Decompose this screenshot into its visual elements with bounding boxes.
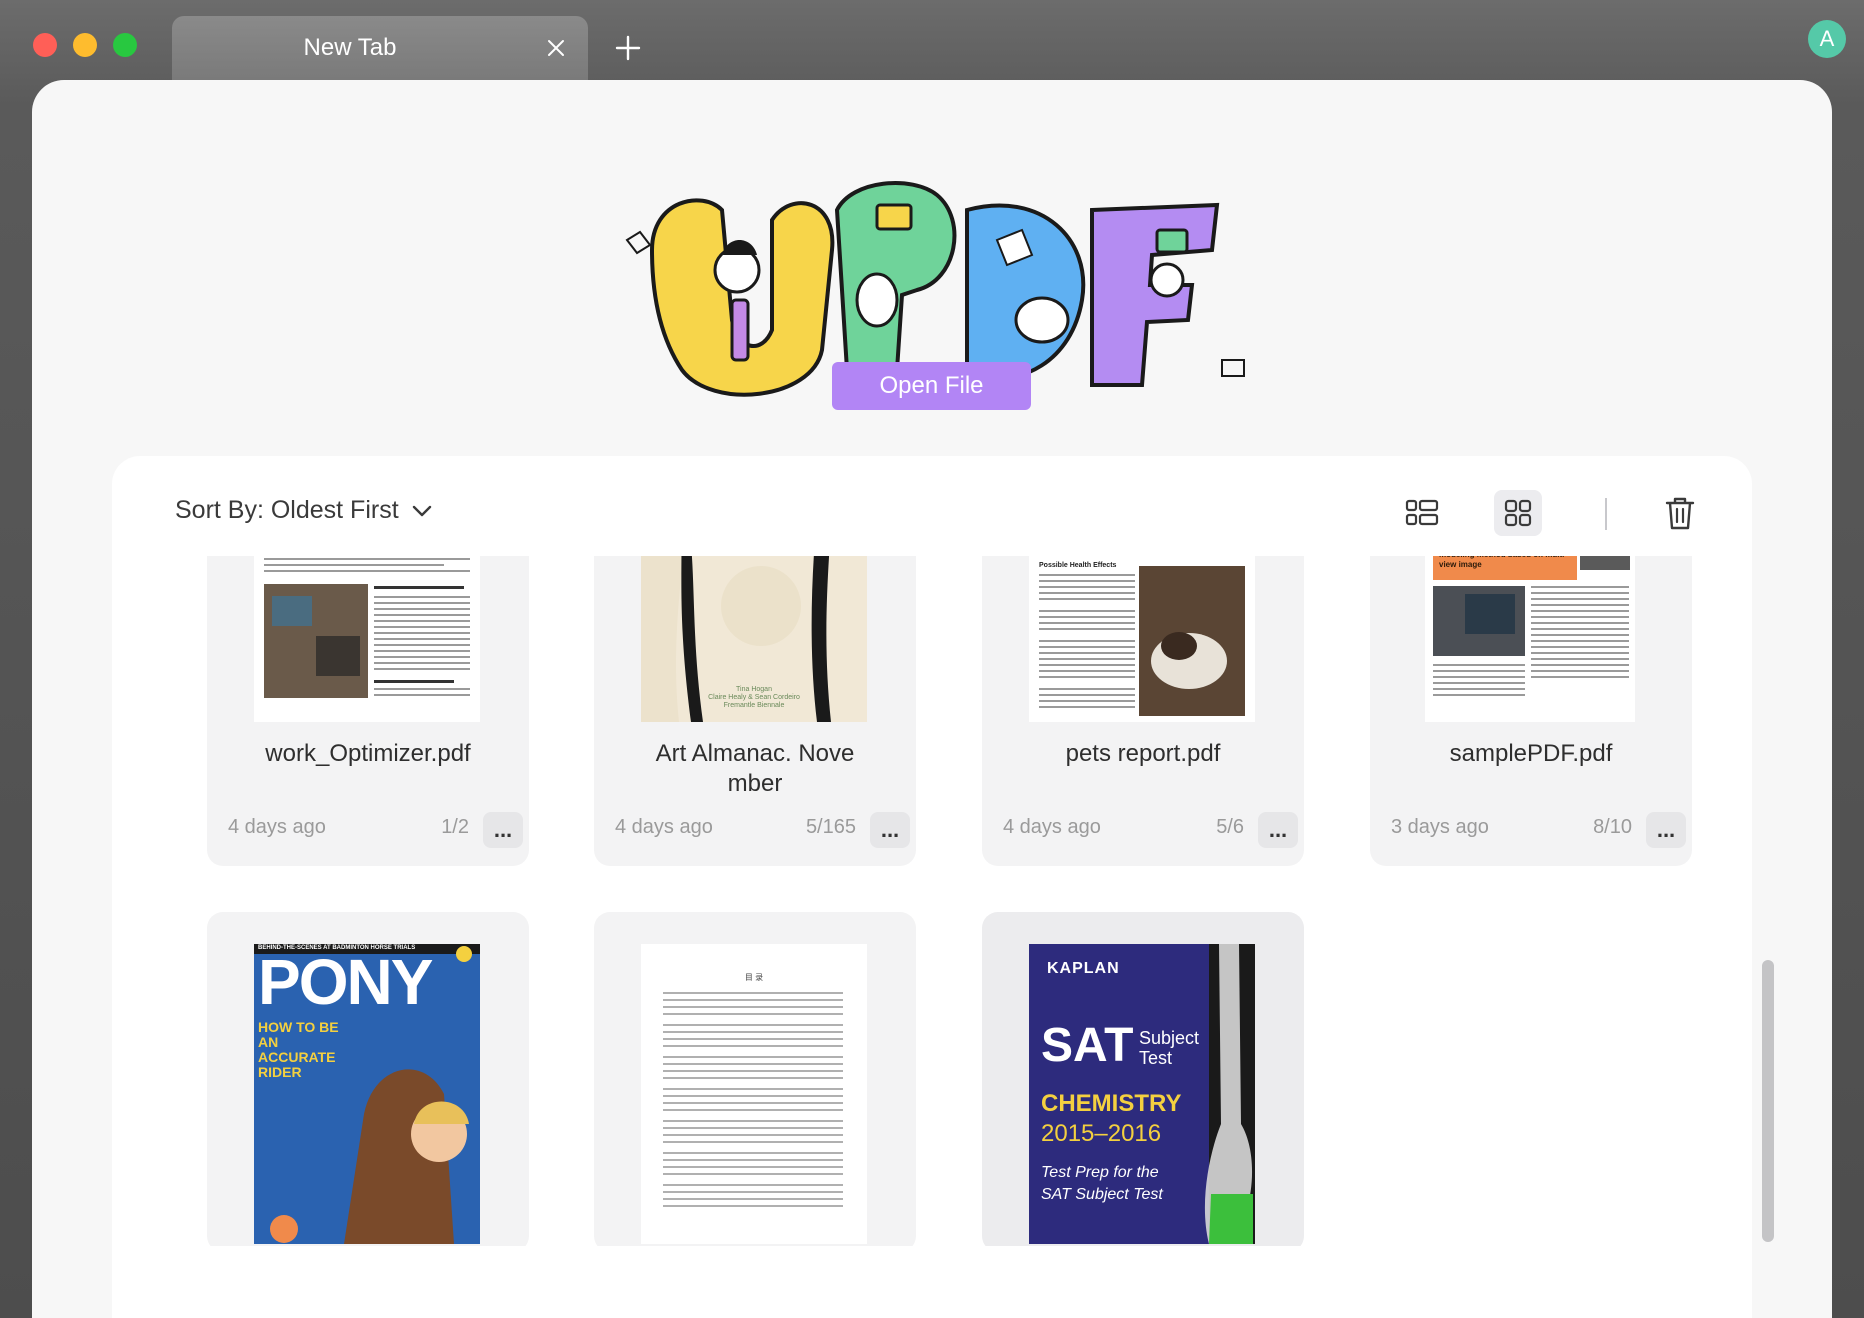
file-thumbnail: Building environment information modelin… [1425,556,1635,722]
recent-files-panel: Sort By: Oldest First work_Optimizer.pdf… [112,456,1752,1318]
thumbnail-line-1: CHEMISTRY [1041,1090,1182,1117]
file-thumbnail: BEHIND-THE-SCENES AT BADMINTON HORSE TRI… [254,944,480,1244]
file-card[interactable]: Tina Hogan Claire Healy & Sean Cordeiro … [594,556,916,866]
file-date: 4 days ago [228,816,326,838]
file-card[interactable]: BEHIND-THE-SCENES AT BADMINTON HORSE TRI… [207,912,529,1246]
file-pages: 1/2 [441,816,469,838]
thumbnail-line-4: SAT Subject Test [1041,1186,1163,1203]
file-thumbnail: KAPLAN SAT Subject Test CHEMISTRY 2015–2… [1029,944,1255,1244]
file-thumbnail: 目 录 [641,944,867,1244]
ellipsis-icon: ... [880,817,900,842]
ellipsis-icon: ... [493,817,513,842]
thumbnail-heading: Possible Health Effects [1039,562,1117,569]
file-card[interactable]: KAPLAN SAT Subject Test CHEMISTRY 2015–2… [982,912,1304,1246]
scrollbar-thumb[interactable] [1762,960,1774,1242]
grid-view-icon [1504,499,1532,527]
list-view-icon [1405,499,1439,526]
plus-icon[interactable] [613,33,643,63]
sort-dropdown[interactable]: Sort By: Oldest First [175,496,433,525]
window-maximize-button[interactable] [113,33,137,57]
avatar[interactable]: A [1808,20,1846,58]
file-card[interactable]: work_Optimizer.pdf 4 days ago 1/2 ... [207,556,529,866]
chevron-down-icon [412,505,431,516]
file-name: work_Optimizer.pdf [265,740,471,767]
file-thumbnail: Tina Hogan Claire Healy & Sean Cordeiro … [641,556,867,722]
more-options-button[interactable]: ... [1258,812,1298,848]
file-card[interactable]: Building environment information modelin… [1370,556,1692,866]
file-pages: 8/10 [1593,816,1632,838]
file-name: pets report.pdf [1065,740,1221,767]
thumbnail-heading: 目 录 [744,973,764,982]
file-name: Art Almanac. November [655,740,855,797]
thumbnail-subtitle: Subject Test [1139,1028,1200,1068]
file-thumbnail [254,556,480,722]
file-pages: 5/165 [805,816,856,838]
grid-view-button[interactable] [1494,490,1542,536]
sort-label: Sort By: Oldest First [175,496,399,524]
tab-new-tab[interactable]: New Tab [172,16,588,80]
file-card[interactable]: Possible Health Effects pets report.pdf … [982,556,1304,866]
more-options-button[interactable]: ... [483,812,523,848]
window-close-button[interactable] [33,33,57,57]
tab-title: New Tab [303,34,397,61]
ellipsis-icon: ... [1268,817,1288,842]
trash-icon [1665,497,1695,530]
open-file-button[interactable]: Open File [832,362,1031,410]
file-grid: work_Optimizer.pdf 4 days ago 1/2 ... Ti… [112,556,1732,1246]
delete-button[interactable] [1657,490,1703,536]
thumbnail-heading: Building environment information modelin… [1439,556,1567,569]
thumbnail-heading: SAT [1041,1019,1134,1072]
thumbnail-subtitle: HOW TO BE AN ACCURATE RIDER [258,1019,339,1080]
more-options-button[interactable]: ... [870,812,910,848]
close-icon[interactable] [544,36,568,60]
thumbnail-heading: PONY [258,946,433,1018]
window-minimize-button[interactable] [73,33,97,57]
thumbnail-line-2: 2015–2016 [1041,1120,1162,1147]
ellipsis-icon: ... [1656,817,1676,842]
thumbnail-top-line: KAPLAN [1047,960,1120,977]
file-name: samplePDF.pdf [1449,740,1613,767]
main-window: Open File Sort By: Oldest First work_Opt… [32,80,1832,1318]
toolbar-divider [1605,498,1607,530]
file-date: 3 days ago [1391,816,1489,838]
more-options-button[interactable]: ... [1646,812,1686,848]
list-view-button[interactable] [1398,490,1446,536]
file-pages: 5/6 [1216,816,1244,838]
thumbnail-caption: Tina Hogan Claire Healy & Sean Cordeiro … [708,686,800,709]
file-date: 4 days ago [615,816,713,838]
file-card[interactable]: 目 录 [594,912,916,1246]
file-thumbnail: Possible Health Effects [1029,556,1255,722]
thumbnail-line-3: Test Prep for the [1041,1164,1159,1181]
file-date: 4 days ago [1003,816,1101,838]
